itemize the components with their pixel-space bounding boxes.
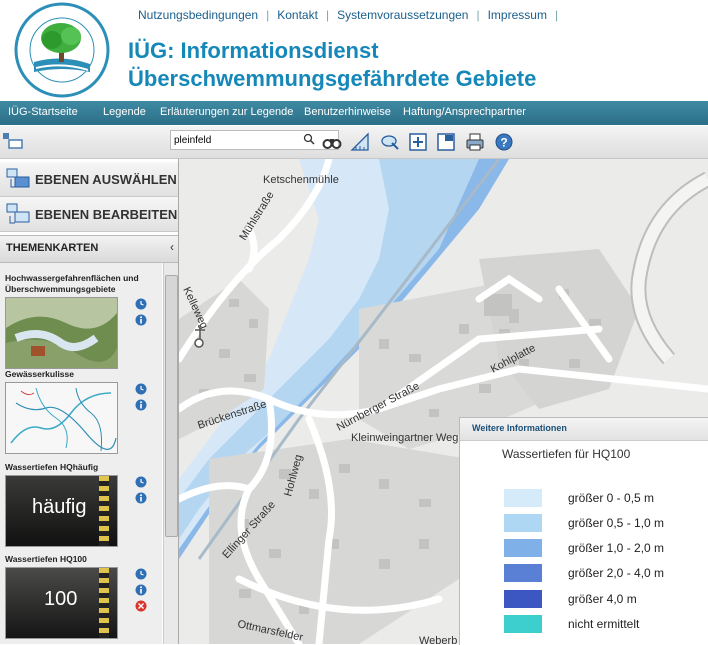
- help-icon[interactable]: ?: [494, 132, 514, 152]
- street-label: Weberb: [419, 635, 457, 644]
- legend-swatch: [504, 489, 542, 507]
- edit-layers-button[interactable]: EBENEN BEARBEITEN: [0, 197, 178, 232]
- water-gauge-graphic: [99, 568, 109, 638]
- link-separator: |: [325, 8, 330, 22]
- layer-panel: EBENEN AUSWÄHLEN EBENEN BEARBEITEN THEME…: [0, 159, 179, 644]
- remove-icon[interactable]: [135, 600, 147, 612]
- link-terms[interactable]: Nutzungsbedingungen: [138, 8, 258, 22]
- link-system-requirements[interactable]: Systemvoraussetzungen: [337, 8, 468, 22]
- theme-map-list: Hochwassergefahrenflächen und Überschwem…: [0, 263, 162, 644]
- layers-select-icon: [6, 168, 30, 188]
- info-panel: Weitere Informationen Wassertiefen für H…: [459, 417, 708, 645]
- info-panel-header-label: Weitere Informationen: [472, 423, 567, 433]
- theme-thumbnail: [5, 297, 118, 369]
- nav-item-liability-contact[interactable]: Haftung/Ansprechpartner: [403, 106, 526, 118]
- select-layers-button[interactable]: EBENEN AUSWÄHLEN: [0, 162, 178, 197]
- legend-label: größer 0 - 0,5 m: [568, 491, 655, 505]
- info-icon[interactable]: [135, 584, 147, 596]
- legend-swatch: [504, 615, 542, 633]
- theme-name: Wassertiefen HQhäufig: [5, 462, 99, 472]
- theme-item-water-network[interactable]: Gewässerkulisse: [0, 369, 160, 461]
- theme-thumb-label: 100: [44, 588, 78, 610]
- theme-name: Gewässerkulisse: [5, 369, 74, 379]
- legend-title: Wassertiefen für HQ100: [502, 447, 631, 461]
- selection-icon[interactable]: [380, 132, 400, 152]
- layers-edit-icon: [6, 203, 30, 224]
- legend-label: größer 0,5 - 1,0 m: [568, 516, 665, 530]
- themes-header-label: THEMENKARTEN: [6, 242, 99, 254]
- theme-name: Wassertiefen HQ100: [5, 554, 87, 564]
- legend-swatch: [504, 539, 542, 557]
- collapse-panel-icon[interactable]: ‹: [170, 240, 174, 254]
- nav-item-user-notes[interactable]: Benutzerhinweise: [304, 106, 391, 118]
- theme-name: Hochwassergefahrenflächen und Überschwem…: [5, 273, 139, 294]
- theme-thumbnail: häufig: [5, 475, 118, 547]
- legend-label: größer 4,0 m: [568, 592, 637, 606]
- zoom-in-icon[interactable]: [408, 132, 428, 152]
- theme-item-flood-areas[interactable]: Hochwassergefahrenflächen und Überschwem…: [0, 273, 160, 369]
- main-nav: IÜG-Startseite Legende Erläuterungen zur…: [0, 101, 708, 125]
- theme-item-depth-hq100[interactable]: Wassertiefen HQ100 100: [0, 554, 160, 644]
- print-icon[interactable]: [465, 132, 485, 152]
- info-icon[interactable]: [135, 314, 147, 326]
- info-icon[interactable]: [135, 399, 147, 411]
- clock-icon[interactable]: [135, 568, 147, 580]
- theme-list-scrollbar[interactable]: [163, 263, 178, 644]
- water-gauge-graphic: [99, 476, 109, 546]
- street-label: Kleinweingartner Weg: [351, 432, 458, 444]
- link-separator: |: [266, 8, 270, 22]
- zoom-out-icon[interactable]: [436, 132, 456, 152]
- legend-label: größer 2,0 - 4,0 m: [568, 566, 665, 580]
- clock-icon[interactable]: [135, 298, 147, 310]
- legend-label: nicht ermittelt: [568, 617, 640, 631]
- nav-item-home[interactable]: IÜG-Startseite: [8, 106, 78, 118]
- link-imprint[interactable]: Impressum: [488, 8, 547, 22]
- panel-toggle-icon[interactable]: [2, 132, 24, 150]
- themes-header: THEMENKARTEN ‹: [0, 235, 178, 263]
- link-separator: |: [476, 8, 480, 22]
- page-title-line2: Überschwemmungsgefährdete Gebiete: [128, 66, 537, 91]
- header: Nutzungsbedingungen | Kontakt | Systemvoraus…: [0, 0, 708, 100]
- nav-item-legend[interactable]: Legende: [103, 106, 146, 118]
- link-contact[interactable]: Kontakt: [277, 8, 318, 22]
- clock-icon[interactable]: [135, 383, 147, 395]
- scrollbar-thumb[interactable]: [165, 275, 178, 537]
- search-icon[interactable]: [303, 133, 315, 145]
- link-separator: |: [554, 8, 559, 22]
- select-layers-label: EBENEN AUSWÄHLEN: [35, 172, 177, 187]
- info-panel-header[interactable]: Weitere Informationen: [460, 418, 708, 441]
- svg-text:?: ?: [500, 136, 507, 150]
- measure-icon[interactable]: [350, 132, 370, 152]
- street-label: Ketschenmühle: [263, 174, 339, 186]
- theme-thumb-label: häufig: [32, 496, 87, 518]
- theme-thumbnail: 100: [5, 567, 118, 639]
- nav-item-legend-explanation[interactable]: Erläuterungen zur Legende: [160, 106, 293, 118]
- legend-label: größer 1,0 - 2,0 m: [568, 541, 665, 555]
- info-icon[interactable]: [135, 492, 147, 504]
- ministry-logo[interactable]: [14, 2, 110, 98]
- theme-item-depth-frequent[interactable]: Wassertiefen HQhäufig häufig: [0, 462, 160, 554]
- map-toolbar: ?: [0, 126, 708, 159]
- page-title-line1: IÜG: Informationsdienst: [128, 38, 379, 63]
- theme-thumbnail: [5, 382, 118, 454]
- legend-swatch: [504, 564, 542, 582]
- binoculars-icon[interactable]: [322, 132, 342, 152]
- legend-swatch: [504, 514, 542, 532]
- clock-icon[interactable]: [135, 476, 147, 488]
- legend-swatch: [504, 590, 542, 608]
- top-links: Nutzungsbedingungen | Kontakt | Systemvoraus…: [138, 8, 566, 22]
- edit-layers-label: EBENEN BEARBEITEN: [35, 207, 178, 222]
